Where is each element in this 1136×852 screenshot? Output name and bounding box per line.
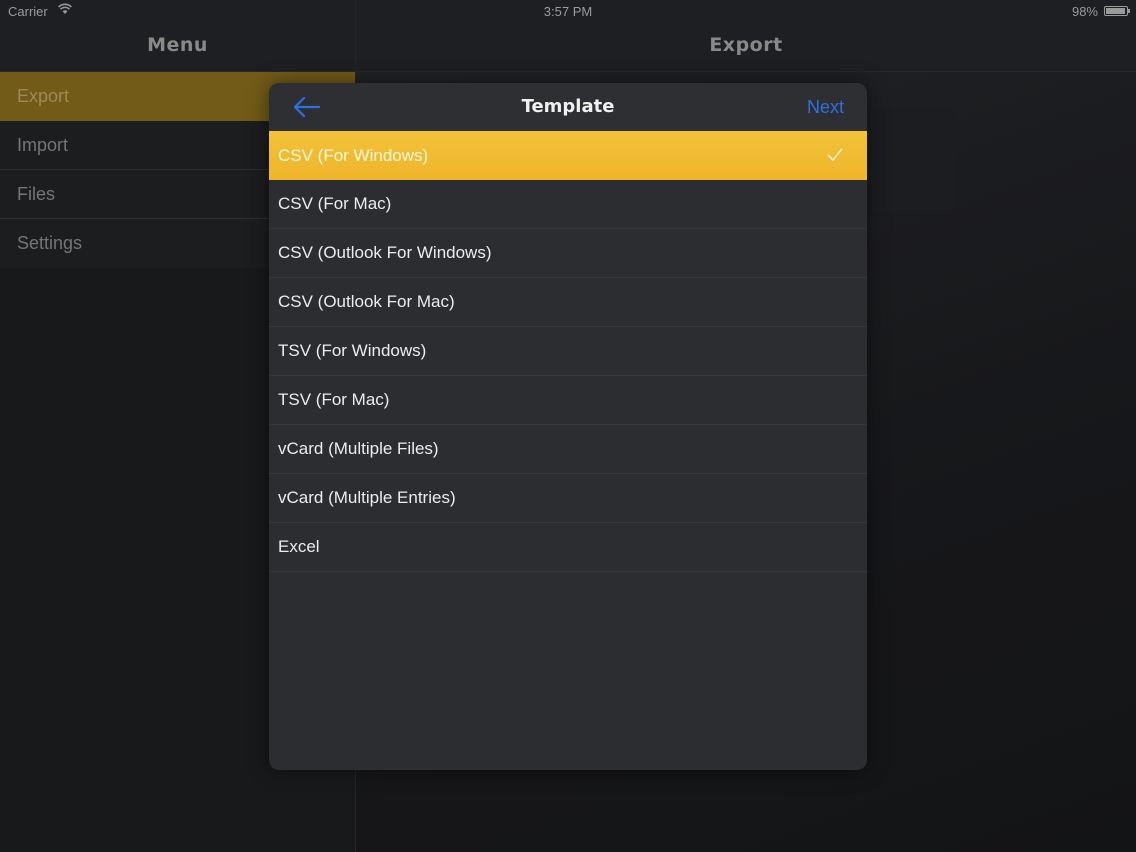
- template-option-csv-outlook-mac[interactable]: CSV (Outlook For Mac): [269, 278, 867, 327]
- template-option-label: CSV (Outlook For Windows): [278, 243, 492, 262]
- template-option-csv-mac[interactable]: CSV (For Mac): [269, 180, 867, 229]
- template-option-csv-outlook-windows[interactable]: CSV (Outlook For Windows): [269, 229, 867, 278]
- template-option-label: vCard (Multiple Entries): [278, 488, 456, 507]
- template-option-label: CSV (For Mac): [278, 194, 392, 213]
- template-option-tsv-windows[interactable]: TSV (For Windows): [269, 327, 867, 376]
- template-option-label: CSV (For Windows): [278, 145, 429, 165]
- template-sheet: Template Next CSV (For Windows) CSV (For…: [269, 83, 867, 770]
- template-option-label: CSV (Outlook For Mac): [278, 292, 455, 311]
- template-option-excel[interactable]: Excel: [269, 523, 867, 572]
- template-option-vcard-multiple-files[interactable]: vCard (Multiple Files): [269, 425, 867, 474]
- template-option-label: TSV (For Mac): [278, 390, 390, 409]
- battery-percent: 98%: [1071, 4, 1098, 19]
- sheet-header: Template Next: [269, 83, 867, 131]
- template-option-csv-windows[interactable]: CSV (For Windows): [269, 131, 867, 180]
- template-option-label: TSV (For Windows): [278, 341, 427, 360]
- template-option-label: vCard (Multiple Files): [278, 439, 439, 458]
- status-bar: Carrier 3:57 PM 98%: [0, 0, 1136, 22]
- sheet-title: Template: [521, 96, 615, 117]
- template-option-vcard-multiple-entries[interactable]: vCard (Multiple Entries): [269, 474, 867, 523]
- template-list: CSV (For Windows) CSV (For Mac) CSV (Out…: [269, 131, 867, 572]
- battery-icon: [1104, 6, 1130, 16]
- checkmark-icon: [827, 148, 843, 161]
- clock: 3:57 PM: [543, 4, 593, 19]
- template-option-label: Excel: [278, 537, 320, 556]
- next-button[interactable]: Next: [807, 97, 844, 118]
- template-option-tsv-mac[interactable]: TSV (For Mac): [269, 376, 867, 425]
